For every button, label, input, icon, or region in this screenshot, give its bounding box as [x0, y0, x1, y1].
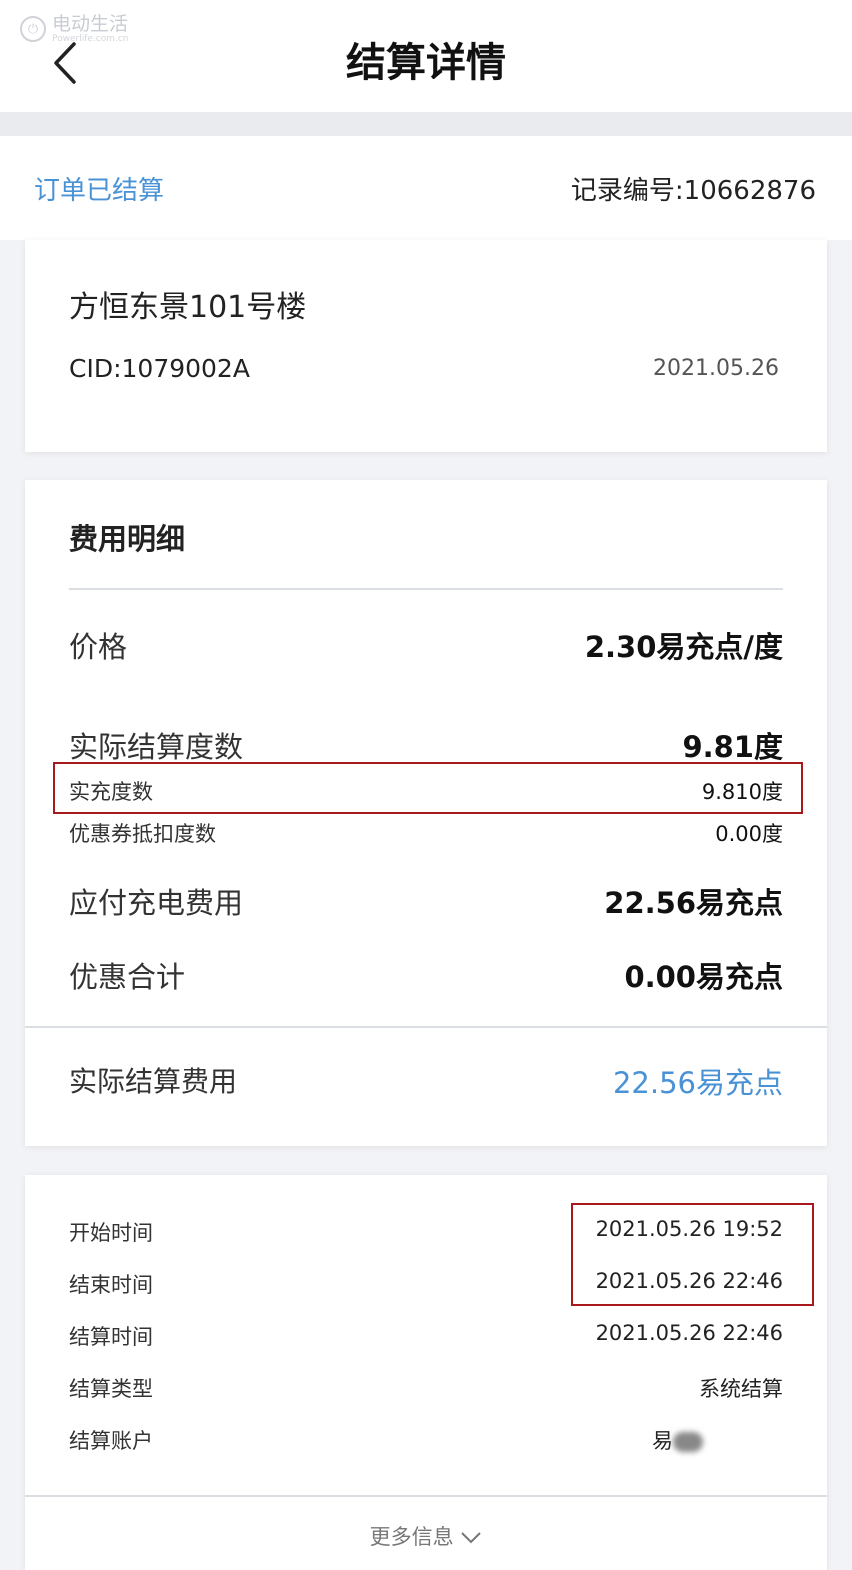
redacted-blur [673, 1432, 703, 1452]
settled-kwh-value: 9.81度 [682, 730, 783, 764]
settle-time-value: 2021.05.26 22:46 [595, 1321, 783, 1345]
header-bar: ⏻ 电动生活 Powerlife.com.cn 结算详情 [0, 0, 852, 112]
actual-fee-value: 22.56易充点 [612, 1066, 783, 1100]
record-number: 记录编号:10662876 [570, 176, 816, 206]
settle-time-row: 结算时间 2021.05.26 22:46 [69, 1321, 783, 1361]
fee-divider [69, 588, 783, 590]
highlight-box-times [571, 1203, 814, 1306]
discount-total-value: 0.00易充点 [624, 960, 783, 994]
chevron-down-icon [461, 1532, 482, 1544]
settle-account-text: 易 [652, 1429, 673, 1453]
settled-kwh-label: 实际结算度数 [69, 730, 244, 764]
discount-total-label: 优惠合计 [69, 960, 186, 994]
actual-fee-label: 实际结算费用 [69, 1065, 238, 1098]
more-info-label: 更多信息 [369, 1525, 454, 1549]
start-time-label: 开始时间 [69, 1221, 153, 1245]
settle-account-row: 结算账户 易 [69, 1425, 783, 1465]
settle-type-value: 系统结算 [699, 1377, 783, 1401]
station-card: 方恒东景101号楼 CID:1079002A 2021.05.26 [25, 240, 827, 452]
coupon-kwh-row: 优惠券抵扣度数 0.00度 [69, 818, 783, 858]
price-row: 价格 2.30易充点/度 [69, 624, 783, 664]
payable-fee-value: 22.56易充点 [604, 886, 783, 920]
end-time-label: 结束时间 [69, 1273, 153, 1297]
settle-account-label: 结算账户 [69, 1429, 153, 1453]
discount-total-row: 优惠合计 0.00易充点 [69, 954, 783, 994]
settle-type-label: 结算类型 [69, 1377, 153, 1401]
coupon-kwh-value: 0.00度 [715, 822, 783, 846]
coupon-kwh-label: 优惠券抵扣度数 [69, 822, 216, 846]
station-cid: CID:1079002A [69, 354, 250, 383]
fee-total-divider [25, 1026, 827, 1028]
fee-section-title: 费用明细 [69, 522, 186, 556]
settle-account-value: 易 [652, 1425, 703, 1455]
header-divider-band [0, 112, 852, 136]
settle-time-label: 结算时间 [69, 1325, 153, 1349]
payable-fee-label: 应付充电费用 [69, 886, 244, 920]
price-value: 2.30易充点/度 [584, 630, 783, 664]
highlight-box-charged-kwh [53, 762, 803, 814]
payable-fee-row: 应付充电费用 22.56易充点 [69, 880, 783, 920]
settled-kwh-row: 实际结算度数 9.81度 [69, 724, 783, 764]
order-status: 订单已结算 [34, 176, 165, 206]
page-title: 结算详情 [346, 40, 506, 86]
more-divider [25, 1495, 827, 1497]
station-name: 方恒东景101号楼 [69, 290, 307, 325]
actual-fee-row: 实际结算费用 22.56易充点 [69, 1060, 783, 1100]
more-info-button[interactable]: 更多信息 [25, 1521, 827, 1551]
station-date: 2021.05.26 [653, 356, 779, 381]
settle-type-row: 结算类型 系统结算 [69, 1373, 783, 1413]
price-label: 价格 [69, 630, 128, 664]
